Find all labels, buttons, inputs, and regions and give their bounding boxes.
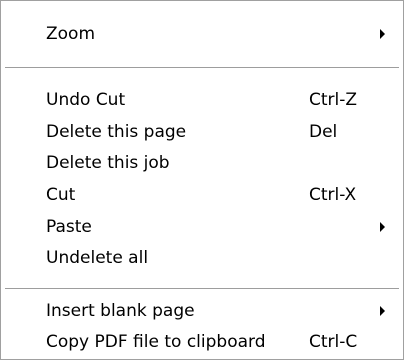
menu-item-shortcut: Del (309, 122, 338, 142)
submenu-arrow-icon (380, 29, 385, 39)
menu-item-label: Undelete all (46, 248, 149, 268)
submenu-arrow-icon (380, 222, 385, 232)
menu-item-copy-pdf-to-clipboard[interactable]: Copy PDF file to clipboard Ctrl-C (5, 326, 399, 358)
menu-item-label: Delete this page (46, 122, 187, 142)
menu-item-undelete-all[interactable]: Undelete all (5, 242, 399, 274)
menu-item-label: Cut (46, 185, 76, 205)
context-menu: Zoom Undo Cut Ctrl-Z Delete this page De… (0, 0, 404, 360)
menu-item-label: Copy PDF file to clipboard (46, 332, 266, 352)
menu-item-shortcut: Ctrl-X (309, 185, 357, 205)
menu-item-insert-blank-page[interactable]: Insert blank page (5, 295, 399, 327)
menu-item-label: Paste (46, 217, 92, 237)
menu-item-label: Delete this job (46, 153, 170, 173)
menu-item-label: Zoom (46, 24, 96, 44)
menu-item-undo-cut[interactable]: Undo Cut Ctrl-Z (5, 84, 399, 116)
menu-item-cut[interactable]: Cut Ctrl-X (5, 179, 399, 211)
menu-item-label: Insert blank page (46, 301, 195, 321)
menu-separator (5, 67, 399, 69)
menu-item-label: Undo Cut (46, 90, 126, 110)
menu-separator (5, 288, 399, 290)
menu-item-shortcut: Ctrl-Z (309, 90, 358, 110)
menu-item-delete-this-job[interactable]: Delete this job (5, 147, 399, 179)
menu-item-delete-this-page[interactable]: Delete this page Del (5, 116, 399, 148)
menu-item-shortcut: Ctrl-C (309, 332, 358, 352)
menu-item-paste[interactable]: Paste (5, 211, 399, 243)
menu-item-zoom[interactable]: Zoom (5, 18, 399, 50)
submenu-arrow-icon (380, 306, 385, 316)
